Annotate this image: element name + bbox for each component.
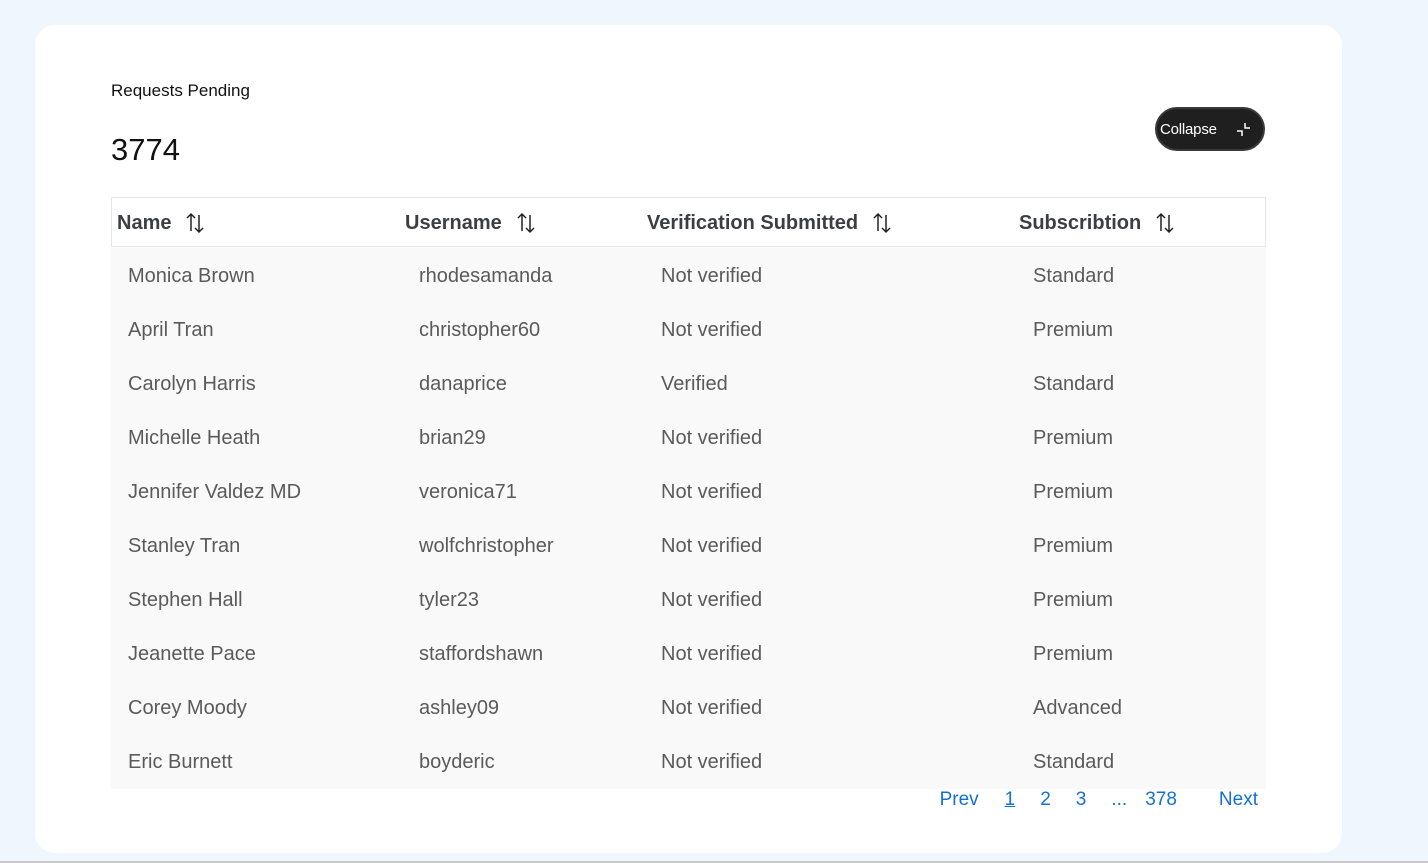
cell-subscription: Premium [1033,535,1114,557]
pagination-page-3[interactable]: 3 [1076,789,1087,811]
table-row[interactable]: Jennifer Valdez MD veronica71 Not verifi… [111,465,1266,519]
collapse-icon [1237,123,1250,136]
collapse-button-label: Collapse [1160,120,1217,138]
requests-pending-title: Requests Pending [111,81,250,100]
cell-subscription: Premium [1033,589,1114,611]
cell-name: Carolyn Harris [128,373,256,395]
collapse-button[interactable]: Collapse [1155,107,1265,151]
column-header-subscription[interactable]: Subscribtion [1019,198,1175,248]
cell-name: April Tran [128,319,214,341]
table-row[interactable]: Monica Brown rhodesamanda Not verified S… [111,249,1266,303]
cell-username: brian29 [419,427,486,449]
cell-verification: Not verified [661,265,763,287]
cell-subscription: Standard [1033,265,1115,287]
cell-name: Stanley Tran [128,535,241,557]
sort-updown-icon[interactable] [516,211,536,235]
pagination: Prev 1 2 3 ... 378 Next [940,789,1258,811]
pagination-page-last[interactable]: 378 [1145,789,1177,811]
table-row[interactable]: Stanley Tran wolfchristopher Not verifie… [111,519,1266,573]
table-row[interactable]: Jeanette Pace staffordshawn Not verified… [111,627,1266,681]
sort-updown-icon[interactable] [1155,211,1175,235]
cell-subscription: Standard [1033,751,1115,773]
cell-name: Corey Moody [128,697,247,719]
cell-subscription: Premium [1033,643,1114,665]
column-header-name[interactable]: Name [117,198,205,248]
cell-name: Jeanette Pace [128,643,256,665]
cell-verification: Not verified [661,751,763,773]
requests-card: Requests Pending 3774 Collapse Name User… [35,25,1342,853]
column-header-username[interactable]: Username [405,198,536,248]
cell-subscription: Premium [1033,319,1114,341]
cell-username: ashley09 [419,697,500,719]
table-row[interactable]: Stephen Hall tyler23 Not verified Premiu… [111,573,1266,627]
table-row[interactable]: Carolyn Harris danaprice Verified Standa… [111,357,1266,411]
table-header: Name Username Verification Submitted Sub… [111,197,1266,247]
cell-verification: Not verified [661,319,763,341]
cell-verification: Not verified [661,427,763,449]
cell-verification: Not verified [661,643,763,665]
pagination-next[interactable]: Next [1219,789,1258,811]
cell-name: Michelle Heath [128,427,261,449]
cell-verification: Not verified [661,481,763,503]
cell-username: tyler23 [419,589,480,611]
pagination-page-1[interactable]: 1 [1005,789,1016,811]
table-row[interactable]: Michelle Heath brian29 Not verified Prem… [111,411,1266,465]
cell-subscription: Standard [1033,373,1115,395]
sort-updown-icon[interactable] [872,211,892,235]
requests-pending-count: 3774 [111,132,180,167]
cell-username: rhodesamanda [419,265,553,287]
cell-verification: Verified [661,373,728,395]
cell-name: Jennifer Valdez MD [128,481,302,503]
cell-username: staffordshawn [419,643,544,665]
pagination-prev[interactable]: Prev [940,789,979,811]
cell-name: Eric Burnett [128,751,233,773]
cell-verification: Not verified [661,697,763,719]
table-body: Monica Brown rhodesamanda Not verified S… [111,247,1266,789]
pagination-ellipsis: ... [1111,789,1128,810]
table-row[interactable]: Corey Moody ashley09 Not verified Advanc… [111,681,1266,735]
cell-username: danaprice [419,373,507,395]
cell-username: wolfchristopher [419,535,554,557]
cell-subscription: Premium [1033,427,1114,449]
pagination-page-2[interactable]: 2 [1040,789,1051,811]
cell-verification: Not verified [661,535,763,557]
cell-verification: Not verified [661,589,763,611]
cell-username: veronica71 [419,481,517,503]
cell-name: Monica Brown [128,265,255,287]
cell-subscription: Advanced [1033,697,1122,719]
table-row[interactable]: Eric Burnett boyderic Not verified Stand… [111,735,1266,789]
column-header-verification[interactable]: Verification Submitted [647,198,892,248]
cell-subscription: Premium [1033,481,1114,503]
cell-name: Stephen Hall [128,589,243,611]
cell-username: christopher60 [419,319,541,341]
table-row[interactable]: April Tran christopher60 Not verified Pr… [111,303,1266,357]
sort-updown-icon[interactable] [185,211,205,235]
requests-table: Name Username Verification Submitted Sub… [111,197,1266,789]
cell-username: boyderic [419,751,495,773]
